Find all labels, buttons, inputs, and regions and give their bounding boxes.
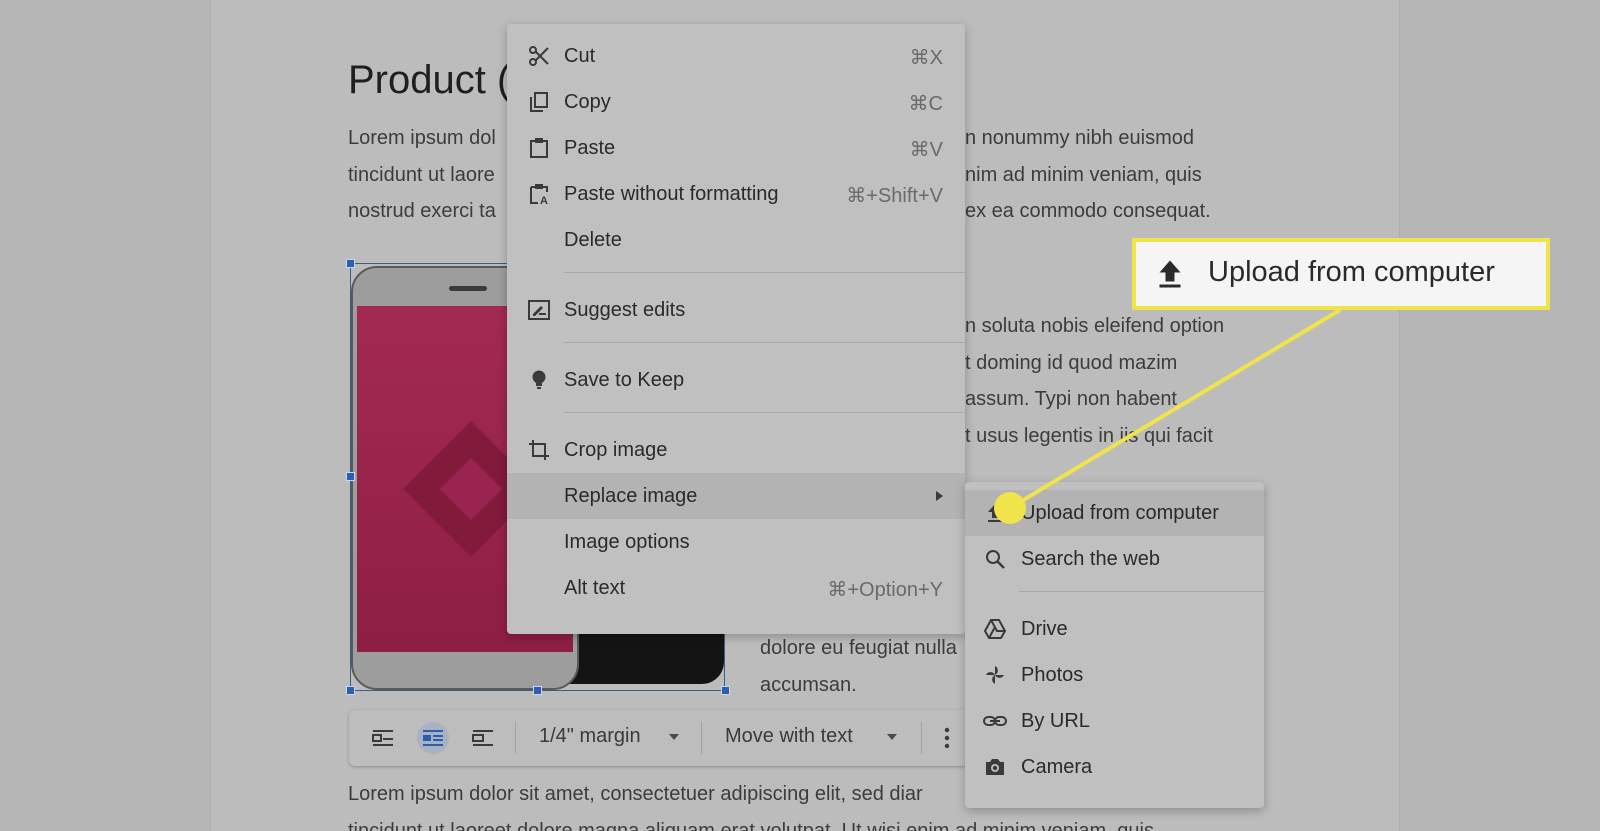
menu-item-label: Alt text — [564, 577, 626, 599]
context-menu: Cut ⌘X Copy ⌘C Paste ⌘V A Paste without … — [507, 24, 965, 634]
inline-icon[interactable] — [367, 722, 399, 754]
crop-icon — [527, 438, 551, 462]
paste-plain-icon: A — [527, 182, 551, 207]
break-text-icon[interactable] — [467, 722, 499, 754]
menu-item-image-options[interactable]: Image options — [507, 519, 965, 565]
menu-item-label: Replace image — [564, 485, 698, 507]
clipboard-icon — [527, 136, 551, 160]
paragraph-2: n soluta nobis eleifend option t doming … — [965, 308, 1224, 454]
menu-item-label: Copy — [564, 91, 611, 113]
menu-item-label: Paste without formatting — [564, 183, 779, 205]
text-line: n nonummy nibh euismod — [965, 127, 1195, 149]
submenu-item-photos[interactable]: Photos — [965, 652, 1264, 698]
link-icon — [983, 709, 1007, 733]
toolbar-divider — [921, 722, 922, 754]
copy-icon — [527, 90, 551, 114]
upload-icon — [1152, 256, 1188, 292]
submenu-arrow-icon — [936, 491, 943, 501]
replace-image-submenu: Upload from computer Search the web Driv… — [965, 482, 1264, 808]
document-title: Product ( — [348, 58, 511, 102]
submenu-item-label: Drive — [1021, 618, 1068, 640]
text-line: tincidunt ut laoreet dolore magna aliqua… — [348, 819, 1154, 831]
paragraph-3: dolore eu feugiat nulla accumsan. — [760, 630, 957, 703]
paragraph-1-left: Lorem ipsum dol tincidunt ut laore nostr… — [348, 120, 496, 230]
text-line: Lorem ipsum dol — [348, 127, 496, 149]
text-line: t usus legentis in iis qui facit — [965, 424, 1213, 447]
text-line: tincidunt ut laore — [348, 163, 495, 186]
drive-icon — [983, 617, 1007, 641]
menu-divider — [564, 272, 965, 273]
menu-item-label: Image options — [564, 531, 690, 553]
menu-divider — [564, 412, 965, 413]
text-line: t doming id quod mazim — [965, 351, 1178, 374]
menu-item-paste-without-formatting[interactable]: A Paste without formatting ⌘+Shift+V — [507, 171, 965, 217]
position-dropdown-label[interactable]: Move with text — [725, 725, 853, 748]
menu-item-shortcut: ⌘X — [909, 47, 943, 69]
submenu-item-upload-from-computer[interactable]: Upload from computer — [965, 490, 1264, 536]
svg-text:A: A — [540, 195, 548, 206]
text-line: n soluta nobis eleifend option — [965, 315, 1225, 337]
menu-item-label: Suggest edits — [564, 299, 686, 321]
menu-item-copy[interactable]: Copy ⌘C — [507, 79, 965, 125]
paragraph-1-right: n nonummy nibh euismod nim ad minim veni… — [965, 120, 1211, 230]
text-line: assum. Typi non habent — [965, 388, 1177, 410]
menu-item-suggest-edits[interactable]: Suggest edits — [507, 287, 965, 333]
text-line: accumsan. — [760, 673, 857, 696]
menu-item-label: Save to Keep — [564, 369, 685, 391]
menu-item-label: Cut — [564, 45, 596, 67]
menu-item-crop-image[interactable]: Crop image — [507, 427, 965, 473]
menu-item-shortcut: ⌘C — [908, 93, 943, 115]
lightbulb-icon — [527, 368, 551, 392]
menu-item-shortcut: ⌘+Shift+V — [846, 185, 943, 207]
submenu-item-camera[interactable]: Camera — [965, 744, 1264, 790]
search-icon — [983, 547, 1007, 571]
resize-handle-left[interactable] — [346, 472, 355, 481]
camera-icon — [983, 755, 1007, 779]
submenu-item-by-url[interactable]: By URL — [965, 698, 1264, 744]
suggest-edit-icon — [527, 298, 551, 322]
callout-label: Upload from computer — [1208, 256, 1495, 288]
menu-item-replace-image[interactable]: Replace image — [507, 473, 965, 519]
upload-icon — [983, 501, 1007, 525]
toolbar-divider — [515, 722, 516, 754]
menu-item-shortcut: ⌘+Option+Y — [827, 579, 943, 601]
photos-icon — [983, 663, 1007, 687]
menu-item-save-to-keep[interactable]: Save to Keep — [507, 357, 965, 403]
text-line: nim ad minim veniam, quis — [965, 163, 1202, 186]
menu-item-label: Crop image — [564, 439, 668, 461]
toolbar-divider — [701, 722, 702, 754]
wrap-text-icon[interactable] — [417, 722, 449, 754]
resize-handle-bottom-left[interactable] — [346, 686, 355, 695]
more-vert-icon[interactable] — [931, 722, 963, 754]
resize-handle-bottom[interactable] — [533, 686, 542, 695]
chevron-down-icon[interactable] — [669, 734, 679, 740]
text-line: dolore eu feugiat nulla — [760, 637, 957, 659]
submenu-item-drive[interactable]: Drive — [965, 606, 1264, 652]
scissors-icon — [527, 44, 551, 68]
margin-dropdown-label[interactable]: 1/4" margin — [539, 725, 641, 748]
resize-handle-top-left[interactable] — [346, 259, 355, 268]
menu-item-delete[interactable]: Delete — [507, 217, 965, 263]
menu-divider — [564, 342, 965, 343]
menu-item-shortcut: ⌘V — [909, 139, 943, 161]
text-line: nostrud exerci ta — [348, 200, 496, 222]
submenu-item-label: Camera — [1021, 756, 1093, 778]
submenu-item-label: Search the web — [1021, 548, 1160, 570]
menu-item-cut[interactable]: Cut ⌘X — [507, 33, 965, 79]
menu-item-label: Delete — [564, 229, 622, 251]
chevron-down-icon[interactable] — [887, 734, 897, 740]
menu-divider — [1019, 591, 1264, 592]
menu-item-paste[interactable]: Paste ⌘V — [507, 125, 965, 171]
image-toolbar: 1/4" margin Move with text — [349, 710, 969, 766]
menu-item-alt-text[interactable]: Alt text ⌘+Option+Y — [507, 565, 965, 611]
submenu-item-label: Photos — [1021, 664, 1084, 686]
text-line: ex ea commodo consequat. — [965, 200, 1211, 222]
menu-item-label: Paste — [564, 137, 616, 159]
submenu-item-search-the-web[interactable]: Search the web — [965, 536, 1264, 582]
submenu-item-label: Upload from computer — [1021, 502, 1219, 524]
submenu-item-label: By URL — [1021, 710, 1090, 732]
resize-handle-bottom-right[interactable] — [721, 686, 730, 695]
callout-box: Upload from computer — [1132, 238, 1550, 310]
